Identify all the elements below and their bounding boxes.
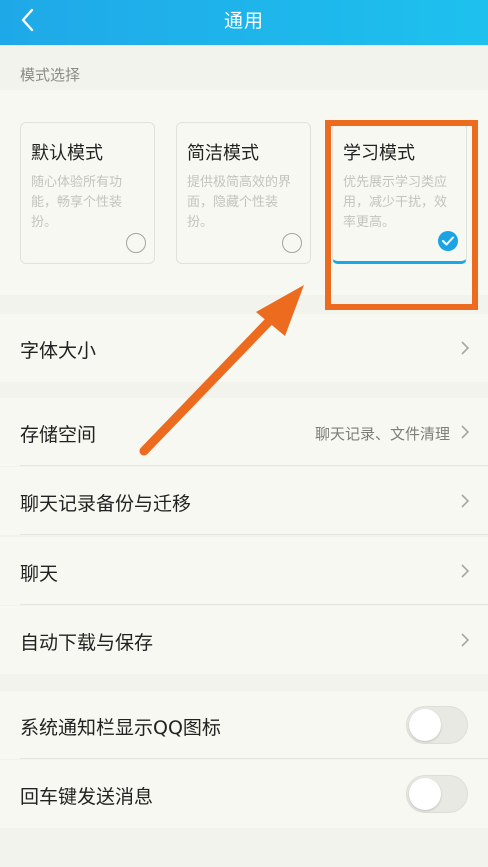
notify-icon-toggle[interactable] [406,706,468,744]
mode-radio[interactable] [126,233,146,253]
chevron-right-icon [460,563,470,579]
storage-value: 聊天记录、文件清理 [314,425,450,443]
mode-card-simple[interactable]: 简洁模式 提供极简高效的界面，隐藏个性装扮。 [176,122,311,264]
mode-card-default[interactable]: 默认模式 随心体验所有功能，畅享个性装扮。 [20,122,155,264]
divider [20,534,488,535]
row-label: 聊天 [20,563,59,585]
chevron-right-icon [460,632,470,648]
mode-title: 默认模式 [31,143,103,164]
mode-description: 随心体验所有功能，畅享个性装扮。 [31,175,123,230]
divider [20,758,488,759]
row-label: 存储空间 [20,424,97,446]
chevron-right-icon [460,424,470,440]
title-bar: 通用 [0,0,488,45]
enter-send-row: 回车键发送消息 [0,760,488,828]
enter-send-toggle[interactable] [406,775,468,813]
chat-row[interactable]: 聊天 [0,537,488,605]
auto-download-row[interactable]: 自动下载与保存 [0,606,488,674]
divider [20,604,488,605]
chevron-right-icon [460,493,470,509]
mode-title: 简洁模式 [187,143,259,164]
row-label: 字体大小 [20,340,97,362]
mode-radio[interactable] [282,233,302,253]
mode-description: 提供极简高效的界面，隐藏个性装扮。 [187,175,292,230]
backup-row[interactable]: 聊天记录备份与迁移 [0,467,488,535]
notify-icon-row: 系统通知栏显示QQ图标 [0,691,488,759]
page-title: 通用 [223,10,264,32]
storage-row[interactable]: 存储空间 聊天记录、文件清理 [0,398,488,466]
font-size-row[interactable]: 字体大小 [0,314,488,382]
row-label: 系统通知栏显示QQ图标 [20,717,221,739]
divider [20,465,488,466]
chevron-right-icon [460,340,470,356]
highlight-box [325,120,478,310]
toggle-knob [409,709,441,741]
row-label: 聊天记录备份与迁移 [20,493,192,515]
toggle-knob [409,778,441,810]
row-label: 自动下载与保存 [20,632,154,654]
row-label: 回车键发送消息 [20,786,154,808]
mode-section-label: 模式选择 [20,66,81,84]
